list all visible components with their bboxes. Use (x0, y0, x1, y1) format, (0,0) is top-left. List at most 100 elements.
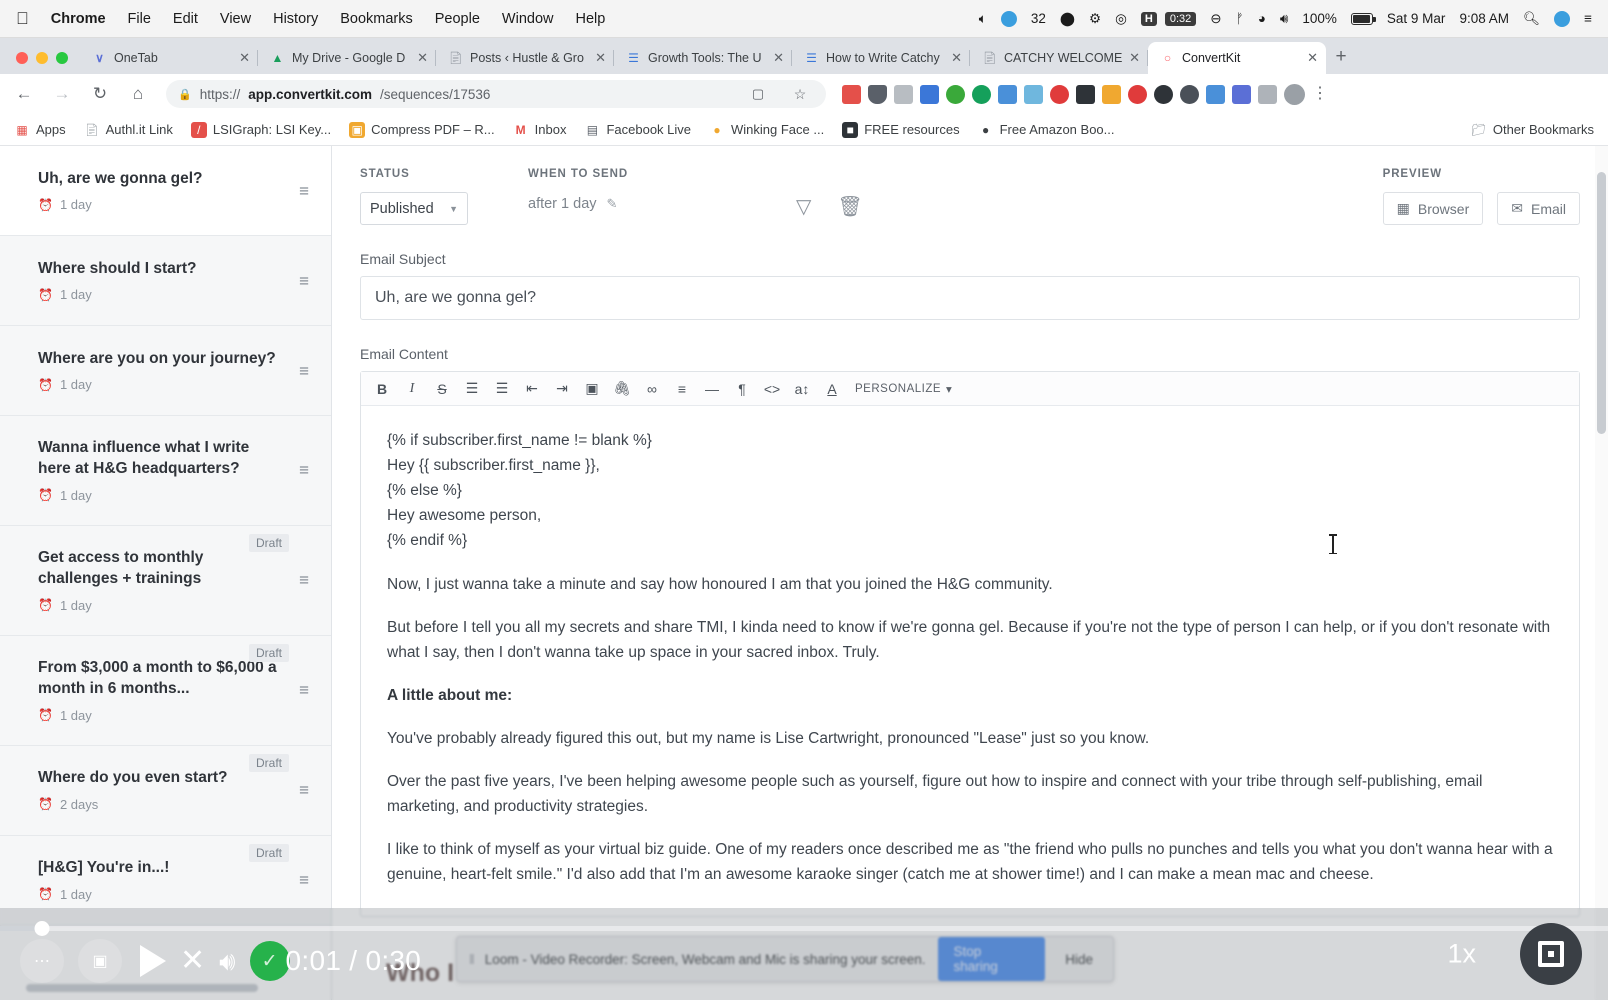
bookmark-inbox[interactable]: M Inbox (513, 122, 567, 138)
menu-item-people[interactable]: People (435, 11, 480, 27)
other-bookmarks-folder[interactable]: 📁︎ Other Bookmarks (1471, 122, 1594, 138)
notification-center-icon[interactable]: ≡ (1584, 11, 1592, 26)
avatar-extension-icon[interactable] (1154, 84, 1173, 104)
dropbox-menu-icon[interactable]: ⚙ (1089, 11, 1101, 27)
forward-button[interactable]: → (48, 80, 76, 108)
moon-extension-icon[interactable] (1180, 84, 1199, 104)
sequence-email-item[interactable]: Where are you on your journey? ⏰ 1 day ≡ (0, 326, 331, 416)
bookmark-compress-pdf[interactable]: ▣ Compress PDF – R... (349, 121, 495, 138)
page-scrollbar-thumb[interactable] (1597, 172, 1606, 434)
image-button[interactable]: ▣ (577, 374, 607, 404)
drag-handle-icon[interactable]: ≡ (299, 782, 309, 799)
do-not-disturb-icon[interactable]: ⊖ (1210, 11, 1221, 27)
browser-tab-onetab[interactable]: ∨ OneTab ✕ (80, 42, 258, 74)
todoist-extension-icon[interactable] (1050, 84, 1069, 104)
attachment-button[interactable]: 🖇 (607, 374, 637, 404)
preview-browser-button[interactable]: ▦ Browser (1382, 192, 1484, 225)
code-button[interactable]: <> (757, 374, 787, 404)
align-button[interactable]: ≡ (667, 374, 697, 404)
sequence-email-item[interactable]: Draft Get access to monthly challenges +… (0, 525, 331, 636)
bookmark-star-icon[interactable]: ☆ (786, 80, 814, 108)
buffer-extension-icon[interactable] (1076, 84, 1095, 104)
code-extension-icon[interactable] (920, 84, 939, 104)
volume-icon[interactable]: 🔊︎ (219, 948, 235, 974)
subject-input[interactable]: Uh, are we gonna gel? (360, 276, 1580, 320)
clipboard-extension-icon[interactable] (894, 84, 913, 104)
playback-speed-button[interactable]: 1x (1447, 939, 1476, 970)
link-button[interactable]: ∞ (637, 374, 667, 404)
paragraph-button[interactable]: ¶ (727, 374, 757, 404)
microphone-icon[interactable]: 🔈︎ (979, 11, 987, 27)
numbered-list-button[interactable]: ☰ (457, 374, 487, 404)
drag-handle-icon[interactable]: ≡ (299, 872, 309, 889)
bold-button[interactable]: B (367, 374, 397, 404)
video-progress-handle[interactable] (34, 921, 50, 936)
preview-email-button[interactable]: ✉ Email (1497, 192, 1580, 225)
browser-tab-growth-tools[interactable]: ☰ Growth Tools: The U ✕ (614, 42, 792, 74)
trash-delete-icon[interactable]: 🗑︎ (837, 194, 862, 219)
horizontal-rule-button[interactable]: — (697, 374, 727, 404)
tab-close-button[interactable]: ✕ (239, 50, 250, 66)
volume-menu-icon[interactable]: 🔊︎ (1280, 11, 1289, 27)
dropbox-status-icon[interactable] (1000, 10, 1017, 27)
evernote-extension-icon[interactable] (946, 84, 965, 104)
tab-close-button[interactable]: ✕ (595, 50, 606, 66)
timer-label-badge[interactable]: H (1140, 11, 1157, 26)
maximize-window-button[interactable] (56, 52, 68, 64)
firstaid-extension-icon[interactable] (1024, 84, 1043, 104)
browser-tab-convertkit[interactable]: ○ ConvertKit ✕ (1148, 42, 1326, 74)
new-tab-button[interactable]: + (1326, 42, 1356, 72)
spotlight-search-icon[interactable]: 🔍︎ (1523, 11, 1540, 27)
menu-item-file[interactable]: File (128, 11, 151, 27)
bookmark-authl-it-link[interactable]: 📄︎ Authl.it Link (84, 122, 173, 138)
drag-handle-icon[interactable]: ≡ (299, 572, 309, 589)
eyedropper-extension-icon[interactable] (998, 84, 1017, 104)
italic-button[interactable]: I (397, 374, 427, 404)
hotjar-extension-icon[interactable] (1128, 84, 1147, 104)
onetab-extension-icon[interactable] (1232, 84, 1251, 104)
back-button[interactable]: ← (10, 80, 38, 108)
outdent-button[interactable]: ⇤ (517, 374, 547, 404)
drag-handle-icon[interactable]: ≡ (299, 462, 309, 479)
pencil-edit-icon[interactable]: ✎ (607, 196, 618, 212)
grey-extension-icon[interactable] (1258, 84, 1277, 104)
text-size-button[interactable]: a↕ (787, 374, 817, 404)
close-window-button[interactable] (16, 52, 28, 64)
picture-in-picture-icon[interactable]: ▣ (78, 939, 122, 983)
status-select[interactable]: Published ▼ (360, 192, 468, 225)
sequence-email-item[interactable]: Uh, are we gonna gel? ⏰ 1 day ≡ (0, 146, 331, 236)
bookmark-free-resources[interactable]: ■ FREE resources (842, 121, 960, 138)
address-bar[interactable]: 🔒 https:// app.convertkit.com/sequences/1… (166, 80, 826, 108)
wifi-icon[interactable]: ◕ (1258, 11, 1266, 26)
bookmark-winking-face[interactable]: ● Winking Face ... (709, 122, 824, 138)
timer-value-badge[interactable]: 0:32 (1164, 11, 1197, 26)
tab-close-button[interactable]: ✕ (951, 50, 962, 66)
cast-icon[interactable]: ▢ (744, 80, 772, 108)
sequence-email-item[interactable]: Draft From $3,000 a month to $6,000 a mo… (0, 635, 331, 746)
sequence-email-item[interactable]: Wanna influence what I write here at H&G… (0, 416, 331, 526)
honey-extension-icon[interactable] (1102, 84, 1121, 104)
menu-item-chrome[interactable]: Chrome (51, 11, 106, 27)
close-video-icon[interactable]: ✕ (180, 946, 205, 976)
shield-menu-icon[interactable]: ⬤︎ (1060, 11, 1075, 27)
record-dot-icon[interactable]: ◎ (1115, 11, 1127, 27)
grammarly-extension-icon[interactable] (972, 84, 991, 104)
minimize-window-button[interactable] (36, 52, 48, 64)
filter-funnel-icon[interactable]: ▽ (796, 194, 811, 219)
menu-item-help[interactable]: Help (575, 11, 605, 27)
drag-handle-icon[interactable]: ≡ (299, 272, 309, 289)
video-progress-bar[interactable] (0, 921, 1608, 936)
browser-tab-how-to-write-catchy[interactable]: ☰ How to Write Catchy ✕ (792, 42, 970, 74)
menu-item-window[interactable]: Window (502, 11, 554, 27)
tab-close-button[interactable]: ✕ (1129, 50, 1140, 66)
bookmark-apps[interactable]: ▦ Apps (14, 122, 65, 138)
battery-icon[interactable] (1350, 12, 1376, 25)
browser-tab-google-drive[interactable]: ▲ My Drive - Google D ✕ (258, 42, 436, 74)
menu-item-view[interactable]: View (220, 11, 251, 27)
menu-item-edit[interactable]: Edit (173, 11, 198, 27)
drag-handle-icon[interactable]: ≡ (299, 682, 309, 699)
bulleted-list-button[interactable]: ☰ (487, 374, 517, 404)
home-button[interactable]: ⌂ (124, 80, 152, 108)
browser-tab-posts-hustle-grow[interactable]: 📄︎ Posts ‹ Hustle & Gro ✕ (436, 42, 614, 74)
menu-item-bookmarks[interactable]: Bookmarks (340, 11, 413, 27)
